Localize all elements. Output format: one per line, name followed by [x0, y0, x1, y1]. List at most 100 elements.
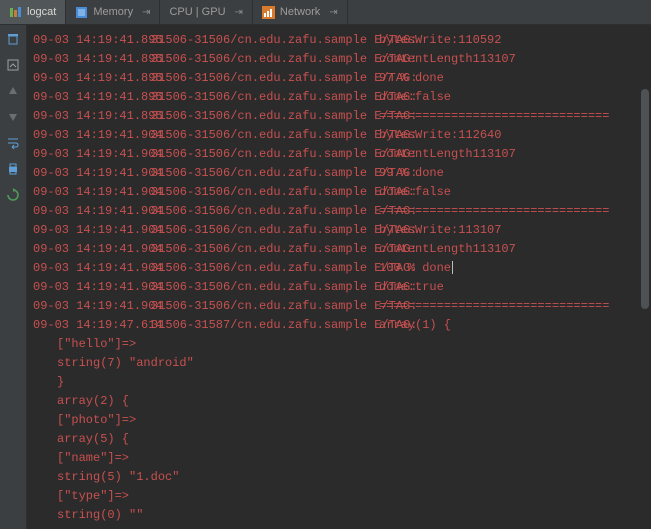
- log-message: ================================: [379, 109, 609, 123]
- log-source: 31506-31506/cn.edu.zafu.sample E/TAG:: [151, 164, 379, 183]
- log-line: array(2) {: [33, 392, 651, 411]
- log-message: bytesWrite:113107: [379, 223, 501, 237]
- log-line: string(7) "android": [33, 354, 651, 373]
- log-line: 09-03 14:19:41.90431506-31506/cn.edu.zaf…: [33, 297, 651, 316]
- pin-icon: ⇥: [142, 7, 150, 18]
- log-source: 31506-31506/cn.edu.zafu.sample E/TAG:: [151, 297, 379, 316]
- log-line: 09-03 14:19:41.89531506-31506/cn.edu.zaf…: [33, 31, 651, 50]
- log-source: 31506-31506/cn.edu.zafu.sample E/TAG:: [151, 31, 379, 50]
- log-source: 31506-31506/cn.edu.zafu.sample E/TAG:: [151, 145, 379, 164]
- log-source: 31506-31506/cn.edu.zafu.sample E/TAG:: [151, 240, 379, 259]
- print-icon[interactable]: [5, 161, 21, 177]
- memory-icon: [75, 6, 88, 19]
- log-line: array(5) {: [33, 430, 651, 449]
- log-message: bytesWrite:110592: [379, 33, 501, 47]
- logcat-icon: [9, 6, 22, 19]
- up-arrow-icon[interactable]: [5, 83, 21, 99]
- log-source: 31506-31506/cn.edu.zafu.sample E/TAG:: [151, 88, 379, 107]
- network-icon: [262, 6, 275, 19]
- log-message: string(5) "1.doc": [57, 470, 179, 484]
- log-message: }: [57, 375, 64, 389]
- log-message: contentLength113107: [379, 147, 516, 161]
- trash-icon[interactable]: [5, 31, 21, 47]
- log-line: 09-03 14:19:41.90431506-31506/cn.edu.zaf…: [33, 164, 651, 183]
- log-timestamp: 09-03 14:19:47.614: [33, 316, 151, 335]
- tab-cpu-gpu[interactable]: CPU | GPU⇥: [160, 0, 252, 24]
- log-timestamp: 09-03 14:19:41.904: [33, 259, 151, 278]
- log-message: 97 % done: [379, 71, 444, 85]
- log-source: 31506-31506/cn.edu.zafu.sample E/TAG:: [151, 126, 379, 145]
- log-timestamp: 09-03 14:19:41.895: [33, 107, 151, 126]
- vertical-scrollbar[interactable]: [641, 29, 649, 525]
- log-source: 31506-31506/cn.edu.zafu.sample E/TAG:: [151, 259, 379, 278]
- log-line: 09-03 14:19:41.90431506-31506/cn.edu.zaf…: [33, 259, 651, 278]
- log-message: bytesWrite:112640: [379, 128, 501, 142]
- scroll-end-icon[interactable]: [5, 57, 21, 73]
- log-source: 31506-31506/cn.edu.zafu.sample E/TAG:: [151, 69, 379, 88]
- log-line: ["type"]=>: [33, 487, 651, 506]
- log-timestamp: 09-03 14:19:41.895: [33, 50, 151, 69]
- log-line: ["name"]=>: [33, 449, 651, 468]
- log-line: ["photo"]=>: [33, 411, 651, 430]
- log-source: 31506-31506/cn.edu.zafu.sample E/TAG:: [151, 107, 379, 126]
- tab-logcat[interactable]: logcat: [0, 0, 66, 24]
- log-message: string(0) "": [57, 508, 143, 522]
- log-timestamp: 09-03 14:19:41.904: [33, 126, 151, 145]
- down-arrow-icon[interactable]: [5, 109, 21, 125]
- pin-icon: ⇥: [235, 7, 243, 18]
- log-message: 100 % done: [379, 261, 451, 275]
- tab-label: Network: [280, 6, 320, 18]
- log-message: ================================: [379, 299, 609, 313]
- log-line: 09-03 14:19:41.90431506-31506/cn.edu.zaf…: [33, 145, 651, 164]
- log-timestamp: 09-03 14:19:41.904: [33, 164, 151, 183]
- log-message: ["name"]=>: [57, 451, 129, 465]
- log-timestamp: 09-03 14:19:41.904: [33, 297, 151, 316]
- log-line: 09-03 14:19:41.90431506-31506/cn.edu.zaf…: [33, 221, 651, 240]
- tab-label: logcat: [27, 6, 56, 18]
- log-message: contentLength113107: [379, 242, 516, 256]
- log-timestamp: 09-03 14:19:41.904: [33, 221, 151, 240]
- log-message: contentLength113107: [379, 52, 516, 66]
- tab-memory[interactable]: Memory ⇥: [66, 0, 160, 24]
- tab-network[interactable]: Network ⇥: [253, 0, 348, 24]
- tab-label: Memory: [93, 6, 133, 18]
- pin-icon: ⇥: [329, 7, 337, 18]
- log-message: array(1) {: [379, 318, 451, 332]
- log-line: 09-03 14:19:41.89531506-31506/cn.edu.zaf…: [33, 50, 651, 69]
- log-line: 09-03 14:19:41.90431506-31506/cn.edu.zaf…: [33, 183, 651, 202]
- log-line: 09-03 14:19:41.90431506-31506/cn.edu.zaf…: [33, 202, 651, 221]
- log-source: 31506-31506/cn.edu.zafu.sample E/TAG:: [151, 50, 379, 69]
- scrollbar-thumb[interactable]: [641, 89, 649, 309]
- log-timestamp: 09-03 14:19:41.904: [33, 278, 151, 297]
- log-message: done:true: [379, 280, 444, 294]
- log-line: }: [33, 373, 651, 392]
- logcat-output[interactable]: 09-03 14:19:41.89531506-31506/cn.edu.zaf…: [27, 25, 651, 529]
- log-message: ["hello"]=>: [57, 337, 136, 351]
- tabbar: logcatMemory⇥CPU | GPU⇥Network⇥: [0, 0, 651, 25]
- restart-icon[interactable]: [5, 187, 21, 203]
- log-line: 09-03 14:19:47.61431506-31587/cn.edu.zaf…: [33, 316, 651, 335]
- log-message: array(2) {: [57, 394, 129, 408]
- log-source: 31506-31506/cn.edu.zafu.sample E/TAG:: [151, 278, 379, 297]
- log-timestamp: 09-03 14:19:41.904: [33, 145, 151, 164]
- log-message: ================================: [379, 204, 609, 218]
- log-line: string(0) "": [33, 506, 651, 525]
- log-source: 31506-31506/cn.edu.zafu.sample E/TAG:: [151, 202, 379, 221]
- wrap-icon[interactable]: [5, 135, 21, 151]
- text-cursor: [452, 261, 453, 274]
- log-message: string(7) "android": [57, 356, 194, 370]
- log-source: 31506-31506/cn.edu.zafu.sample E/TAG:: [151, 221, 379, 240]
- gutter-toolbar: [0, 25, 27, 529]
- log-timestamp: 09-03 14:19:41.904: [33, 240, 151, 259]
- log-line: 09-03 14:19:41.89531506-31506/cn.edu.zaf…: [33, 69, 651, 88]
- log-timestamp: 09-03 14:19:41.895: [33, 88, 151, 107]
- log-timestamp: 09-03 14:19:41.895: [33, 31, 151, 50]
- log-source: 31506-31587/cn.edu.zafu.sample E/TAG:: [151, 316, 379, 335]
- log-line: ["hello"]=>: [33, 335, 651, 354]
- log-line: 09-03 14:19:41.90431506-31506/cn.edu.zaf…: [33, 278, 651, 297]
- log-source: 31506-31506/cn.edu.zafu.sample E/TAG:: [151, 183, 379, 202]
- log-line: 09-03 14:19:41.89531506-31506/cn.edu.zaf…: [33, 107, 651, 126]
- log-message: ["photo"]=>: [57, 413, 136, 427]
- log-message: array(5) {: [57, 432, 129, 446]
- log-timestamp: 09-03 14:19:41.904: [33, 183, 151, 202]
